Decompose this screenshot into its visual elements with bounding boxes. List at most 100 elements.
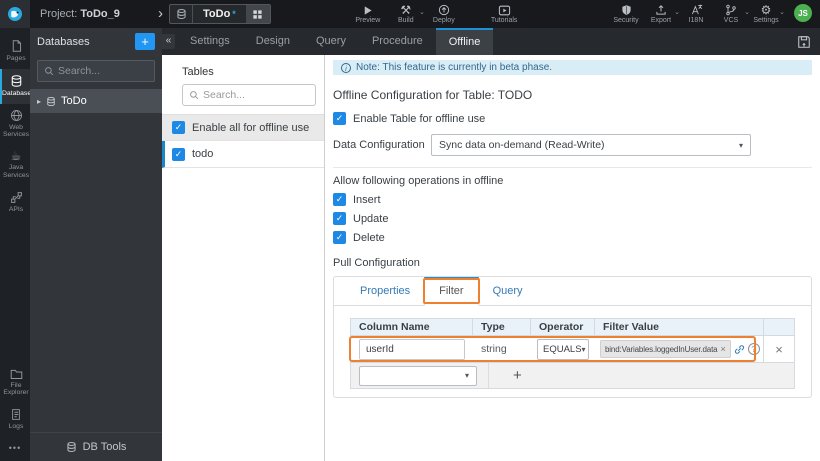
database-tree-label: ToDo <box>61 95 87 107</box>
sidebar-item-web-services[interactable]: Web Services <box>0 104 30 146</box>
checkbox-checked[interactable]: ✓ <box>333 231 346 244</box>
page-icon <box>10 39 23 53</box>
add-database-button[interactable]: + <box>135 33 155 50</box>
shield-icon <box>621 4 632 16</box>
chevron-down-icon: ⌄ <box>674 9 680 16</box>
table-row-todo[interactable]: ✓ todo <box>162 141 324 168</box>
user-avatar[interactable]: JS <box>794 4 812 22</box>
clear-binding-icon[interactable]: × <box>720 344 725 354</box>
tab-query[interactable]: Query <box>303 28 359 55</box>
open-service-tab[interactable]: ToDo * <box>169 4 271 24</box>
sidebar-item-logs[interactable]: Logs <box>0 403 30 437</box>
checkbox-checked[interactable]: ✓ <box>333 212 346 225</box>
editor-tab-strip: « Settings Design Query Procedure Offlin… <box>162 28 820 55</box>
deploy-cloud-icon <box>438 4 450 16</box>
filter-table-footer: ▾ + <box>351 363 794 388</box>
column-name-input[interactable] <box>359 338 465 360</box>
left-rail: Pages Databases Web Services ☕ Java Serv… <box>0 28 35 461</box>
operation-update-row: ✓ Update <box>333 212 812 225</box>
security-button[interactable]: Security <box>613 4 639 24</box>
more-icon[interactable]: ••• <box>0 437 30 461</box>
caret-down-icon: ▾ <box>464 371 469 380</box>
gear-icon: ⚙ <box>760 3 772 17</box>
page-title: Offline Configuration for Table: TODO <box>333 88 533 102</box>
bind-expression-chip[interactable]: bind:Variables.loggedInUser.data × <box>600 340 731 358</box>
pull-tab-filter[interactable]: Filter <box>423 277 480 306</box>
header-column-name: Column Name <box>351 319 473 335</box>
operator-cell: EQUALS ▾ <box>531 338 595 360</box>
new-column-select[interactable]: ▾ <box>359 365 477 386</box>
save-export-icon[interactable] <box>797 35 811 49</box>
tables-search[interactable] <box>182 84 316 106</box>
operations-list: ✓ Insert ✓ Update ✓ Delete <box>333 193 812 244</box>
caret-down-icon: ▾ <box>738 140 743 150</box>
pull-tab-properties[interactable]: Properties <box>346 277 424 305</box>
data-configuration-row: Data Configuration Sync data on-demand (… <box>333 134 812 156</box>
vcs-button[interactable]: ⌄ VCS <box>718 4 750 24</box>
deploy-button[interactable]: Deploy <box>431 4 457 24</box>
databases-panel-title: Databases <box>37 35 90 48</box>
enable-all-offline-row[interactable]: ✓ Enable all for offline use <box>162 114 324 141</box>
i18n-button[interactable]: I18N <box>683 4 709 24</box>
help-icon[interactable]: ? <box>747 343 760 355</box>
sidebar-item-pages[interactable]: Pages <box>0 34 30 69</box>
new-column-cell: ▾ <box>351 363 489 388</box>
checkbox-checked[interactable]: ✓ <box>172 147 185 161</box>
tables-search-input[interactable] <box>203 89 309 101</box>
translate-icon <box>690 4 703 16</box>
operation-delete-row: ✓ Delete <box>333 231 812 244</box>
data-configuration-select[interactable]: Sync data on-demand (Read-Write) ▾ <box>431 134 751 156</box>
expand-icon[interactable]: ▸ <box>37 97 41 106</box>
topbar: Project: ToDo_9 › ToDo * Preview ⚒ ⌄ Bui… <box>0 0 820 28</box>
pull-tab-query[interactable]: Query <box>479 277 537 305</box>
globe-icon <box>10 109 23 122</box>
databases-search[interactable] <box>37 60 155 82</box>
checkbox-checked[interactable]: ✓ <box>333 193 346 206</box>
beta-note: i Note: This feature is currently in bet… <box>333 60 812 75</box>
database-tree-item-todo[interactable]: ▸ ToDo <box>30 89 162 113</box>
delete-row-icon[interactable]: × <box>775 342 783 357</box>
tables-panel: Tables ✓ Enable all for offline use ✓ to… <box>162 55 325 461</box>
type-cell: string <box>481 343 507 355</box>
log-file-icon <box>10 408 22 421</box>
topbar-actions-right: Security ⌄ Export I18N ⌄ VCS ⚙ ⌄ Setting… <box>613 4 812 24</box>
sidebar-item-java-services[interactable]: ☕ Java Services <box>0 145 30 186</box>
collapse-panel-icon[interactable]: « <box>162 34 175 49</box>
databases-search-input[interactable] <box>58 65 148 77</box>
breadcrumb-chevron-icon: › <box>158 4 163 22</box>
export-button[interactable]: ⌄ Export <box>648 4 680 24</box>
wavemaker-logo[interactable] <box>0 0 30 28</box>
filter-table: Column Name Type Operator Filter Value u… <box>349 318 795 389</box>
data-configuration-value: Sync data on-demand (Read-Write) <box>439 139 605 151</box>
sidebar-item-databases[interactable]: Databases <box>0 68 35 104</box>
tab-procedure[interactable]: Procedure <box>359 28 436 55</box>
video-icon <box>498 5 511 16</box>
operator-select[interactable]: EQUALS ▾ <box>537 338 589 360</box>
pull-configuration-heading: Pull Configuration <box>333 257 420 269</box>
operation-delete-label: Delete <box>353 231 385 244</box>
project-breadcrumb: Project: ToDo_9 <box>30 8 158 20</box>
sidebar-item-file-explorer[interactable]: File Explorer <box>0 363 30 404</box>
preview-button[interactable]: Preview <box>355 4 381 24</box>
tutorials-button[interactable]: Tutorials <box>491 4 517 24</box>
databases-panel: Databases + ▸ ToDo DB Tools <box>30 28 162 461</box>
filter-table-wrap: Column Name Type Operator Filter Value u… <box>334 306 811 397</box>
checkbox-checked[interactable]: ✓ <box>172 121 185 134</box>
tab-design[interactable]: Design <box>243 28 303 55</box>
operation-insert-label: Insert <box>353 193 381 206</box>
add-filter-row-button[interactable]: + <box>513 368 522 383</box>
settings-button[interactable]: ⚙ ⌄ Settings <box>753 3 785 24</box>
bind-link-icon[interactable] <box>734 344 745 355</box>
tab-offline[interactable]: Offline <box>435 28 494 55</box>
grid-view-icon[interactable] <box>245 5 270 23</box>
filter-value-cell: bind:Variables.loggedInUser.data × ? <box>595 340 763 358</box>
tab-settings[interactable]: Settings <box>177 28 243 55</box>
operations-heading: Allow following operations in offline <box>333 175 504 187</box>
sidebar-item-apis[interactable]: APIs <box>0 186 30 220</box>
checkbox-checked[interactable]: ✓ <box>333 112 346 125</box>
build-button[interactable]: ⚒ ⌄ Build <box>393 4 425 24</box>
chevron-down-icon: ⌄ <box>779 9 785 16</box>
header-filter-value: Filter Value <box>603 321 660 333</box>
db-tools-button[interactable]: DB Tools <box>30 432 162 461</box>
wavemaker-studio: Project: ToDo_9 › ToDo * Preview ⚒ ⌄ Bui… <box>0 0 820 461</box>
